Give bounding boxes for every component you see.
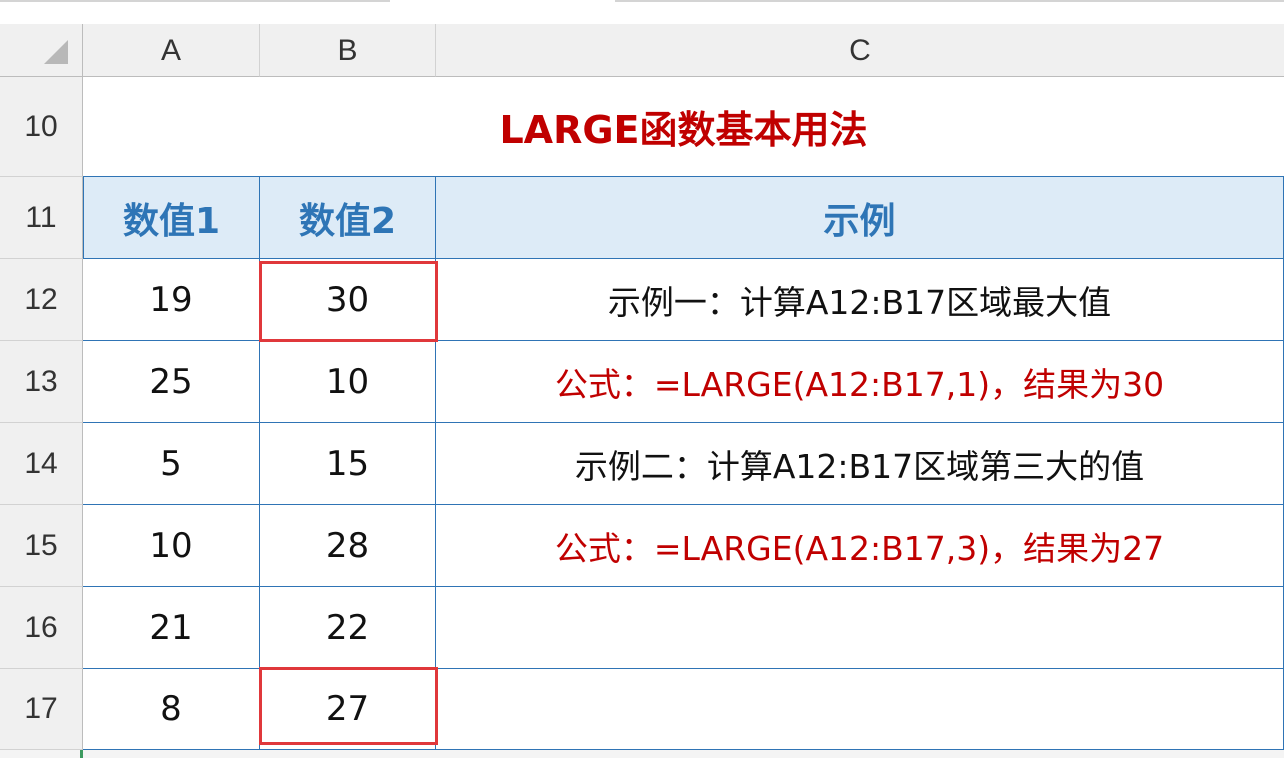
header-cell-value1[interactable]: 数值1	[83, 177, 260, 259]
cell-c12[interactable]: 示例一：计算A12:B17区域最大值	[436, 259, 1284, 341]
cell-a13[interactable]: 25	[83, 341, 260, 423]
row-header-16[interactable]: 16	[0, 587, 83, 669]
row-header-14[interactable]: 14	[0, 423, 83, 505]
bottom-scroll-edge	[0, 750, 1284, 758]
header-cell-value2[interactable]: 数值2	[260, 177, 436, 259]
cell-b16[interactable]: 22	[260, 587, 436, 669]
select-all-corner[interactable]	[0, 24, 83, 77]
column-header-c[interactable]: C	[436, 24, 1284, 77]
header-cell-example[interactable]: 示例	[436, 177, 1284, 259]
cell-b15[interactable]: 28	[260, 505, 436, 587]
select-all-triangle-icon	[44, 40, 68, 64]
cell-c17[interactable]	[436, 669, 1284, 750]
cell-a16[interactable]: 21	[83, 587, 260, 669]
cell-c15[interactable]: 公式：=LARGE(A12:B17,3)，结果为27	[436, 505, 1284, 587]
cell-c16[interactable]	[436, 587, 1284, 669]
cell-a17[interactable]: 8	[83, 669, 260, 750]
cell-b13[interactable]: 10	[260, 341, 436, 423]
row-header-15[interactable]: 15	[0, 505, 83, 587]
top-edge	[0, 0, 1284, 3]
row-header-17[interactable]: 17	[0, 669, 83, 750]
row-header-12[interactable]: 12	[0, 259, 83, 341]
title-cell[interactable]: LARGE函数基本用法	[83, 77, 1284, 177]
row-header-13[interactable]: 13	[0, 341, 83, 423]
row-header-10[interactable]: 10	[0, 77, 83, 177]
highlight-box-b17	[259, 667, 438, 745]
row-header-11[interactable]: 11	[0, 177, 83, 259]
cell-a15[interactable]: 10	[83, 505, 260, 587]
active-sheet-marker	[80, 750, 83, 758]
cell-c13[interactable]: 公式：=LARGE(A12:B17,1)，结果为30	[436, 341, 1284, 423]
column-header-a[interactable]: A	[83, 24, 260, 77]
cell-a14[interactable]: 5	[83, 423, 260, 505]
cell-b14[interactable]: 15	[260, 423, 436, 505]
column-header-b[interactable]: B	[260, 24, 436, 77]
cell-a12[interactable]: 19	[83, 259, 260, 341]
cell-c14[interactable]: 示例二：计算A12:B17区域第三大的值	[436, 423, 1284, 505]
highlight-box-b12	[259, 261, 438, 342]
